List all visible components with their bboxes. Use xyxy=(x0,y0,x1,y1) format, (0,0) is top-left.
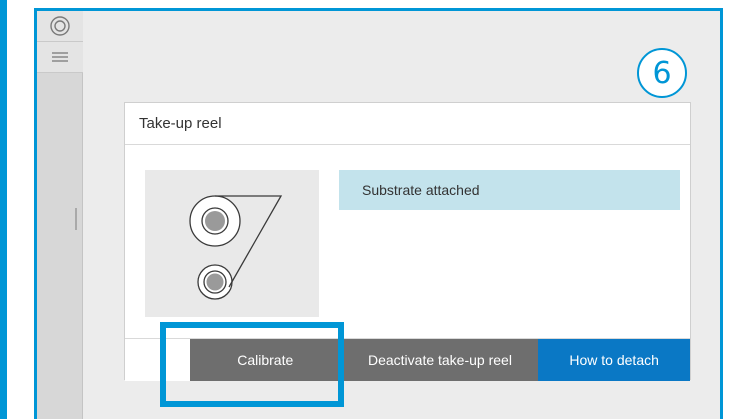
take-up-reel-icon xyxy=(189,195,283,300)
list-icon xyxy=(52,52,68,62)
step-number: 6 xyxy=(652,55,672,91)
rail-list-button[interactable] xyxy=(37,42,83,73)
status-text: Substrate attached xyxy=(362,182,480,198)
dialog-title: Take-up reel xyxy=(139,115,222,132)
rail-reel-button[interactable] xyxy=(37,11,83,42)
how-to-detach-button[interactable]: How to detach xyxy=(538,339,691,381)
reel-icon xyxy=(50,16,70,36)
status-banner: Substrate attached xyxy=(339,170,680,210)
side-rail xyxy=(37,11,83,419)
screen-frame: 6 Take-up reel Substrate attached Calibr… xyxy=(34,8,723,419)
deactivate-take-up-reel-button[interactable]: Deactivate take-up reel xyxy=(340,339,539,381)
left-edge-line xyxy=(0,0,7,419)
dialog-header: Take-up reel xyxy=(125,103,690,145)
calibrate-highlight-box xyxy=(160,322,344,407)
rail-drag-handle[interactable] xyxy=(75,208,77,230)
take-up-reel-illustration xyxy=(145,170,319,317)
step-number-badge: 6 xyxy=(637,48,687,98)
